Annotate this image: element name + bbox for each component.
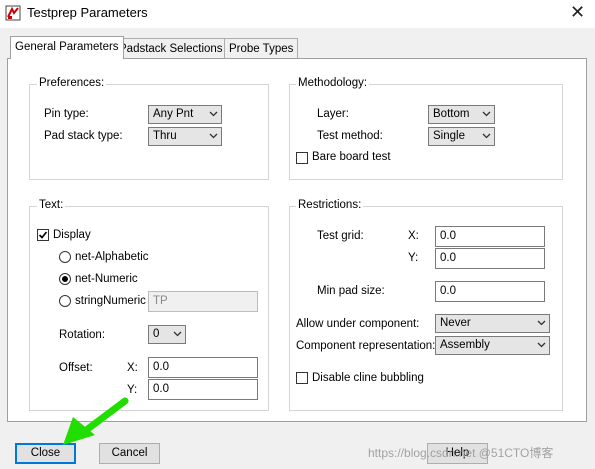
offset-x-value: 0.0 xyxy=(153,361,169,373)
chevron-down-icon xyxy=(482,133,491,139)
offset-x-input[interactable]: 0.0 xyxy=(148,357,258,378)
pin-type-label: Pin type: xyxy=(44,108,89,120)
bare-board-test-checkbox[interactable] xyxy=(296,152,308,164)
chevron-down-icon xyxy=(537,320,546,326)
test-grid-y-input[interactable]: 0.0 xyxy=(435,248,545,269)
bare-board-test-label: Bare board test xyxy=(312,151,391,163)
checkmark-icon xyxy=(38,231,48,239)
pin-type-select[interactable]: Any Pnt xyxy=(148,105,222,124)
chevron-down-icon xyxy=(537,342,546,348)
component-representation-value: Assembly xyxy=(440,339,490,351)
pad-stack-type-value: Thru xyxy=(153,130,177,142)
net-alphabetic-label: net-Alphabetic xyxy=(75,251,149,263)
allow-under-component-value: Never xyxy=(440,317,471,329)
rotation-select[interactable]: 0 xyxy=(148,325,186,344)
min-pad-size-input[interactable]: 0.0 xyxy=(435,281,545,302)
offset-x-label: X: xyxy=(127,362,138,374)
disable-cline-bubbling-checkbox[interactable] xyxy=(296,372,308,384)
title-bar: Testprep Parameters ✕ xyxy=(0,0,595,28)
test-method-value: Single xyxy=(433,130,465,142)
offset-label: Offset: xyxy=(59,362,93,374)
test-grid-y-value: 0.0 xyxy=(440,252,456,264)
chevron-down-icon xyxy=(209,133,218,139)
allow-under-component-label: Allow under component: xyxy=(296,318,420,330)
text-group-title: Text: xyxy=(37,199,66,211)
display-label: Display xyxy=(53,229,91,241)
rotation-value: 0 xyxy=(153,328,160,340)
net-numeric-label: net-Numeric xyxy=(75,273,138,285)
min-pad-size-label: Min pad size: xyxy=(317,285,385,297)
pad-stack-type-select[interactable]: Thru xyxy=(148,127,222,146)
min-pad-size-value: 0.0 xyxy=(440,285,456,297)
offset-y-input[interactable]: 0.0 xyxy=(148,379,258,400)
display-checkbox[interactable] xyxy=(37,229,49,241)
string-numeric-label: stringNumeric xyxy=(75,295,146,307)
test-grid-x-label: X: xyxy=(408,230,419,242)
chevron-down-icon xyxy=(482,111,491,117)
test-method-label: Test method: xyxy=(317,130,383,142)
chevron-down-icon xyxy=(209,111,218,117)
tab-probe-types[interactable]: Probe Types xyxy=(224,38,299,59)
component-representation-select[interactable]: Assembly xyxy=(435,336,550,355)
test-method-select[interactable]: Single xyxy=(428,127,495,146)
preferences-title: Preferences: xyxy=(37,77,107,89)
component-representation-label: Component representation: xyxy=(296,340,436,352)
layer-label: Layer: xyxy=(317,108,349,120)
net-alphabetic-radio[interactable] xyxy=(59,251,71,263)
methodology-title: Methodology: xyxy=(296,77,370,89)
pin-type-value: Any Pnt xyxy=(153,108,194,120)
tab-padstack-selections[interactable]: Padstack Selections xyxy=(114,38,228,59)
app-icon xyxy=(5,5,21,21)
restrictions-title: Restrictions: xyxy=(296,199,364,211)
watermark-text: https://blog.csdn.net @51CTO博客 xyxy=(368,446,554,460)
layer-value: Bottom xyxy=(433,108,470,120)
test-grid-x-input[interactable]: 0.0 xyxy=(435,226,545,247)
test-grid-x-value: 0.0 xyxy=(440,230,456,242)
offset-y-value: 0.0 xyxy=(153,383,169,395)
string-numeric-value: TP xyxy=(153,295,168,307)
window-close-icon[interactable]: ✕ xyxy=(570,2,585,22)
rotation-label: Rotation: xyxy=(59,329,106,341)
test-grid-label: Test grid: xyxy=(317,230,364,242)
layer-select[interactable]: Bottom xyxy=(428,105,495,124)
chevron-down-icon xyxy=(173,331,182,337)
allow-under-component-select[interactable]: Never xyxy=(435,314,550,333)
net-numeric-radio[interactable] xyxy=(59,273,71,285)
string-numeric-radio[interactable] xyxy=(59,295,71,307)
window-title: Testprep Parameters xyxy=(27,5,148,20)
disable-cline-bubbling-label: Disable cline bubbling xyxy=(312,372,424,384)
tab-general-parameters[interactable]: General Parameters xyxy=(10,36,124,59)
pad-stack-type-label: Pad stack type: xyxy=(44,130,123,142)
green-arrow-icon xyxy=(63,397,129,445)
string-numeric-input[interactable]: TP xyxy=(148,291,258,312)
test-grid-y-label: Y: xyxy=(408,252,419,264)
